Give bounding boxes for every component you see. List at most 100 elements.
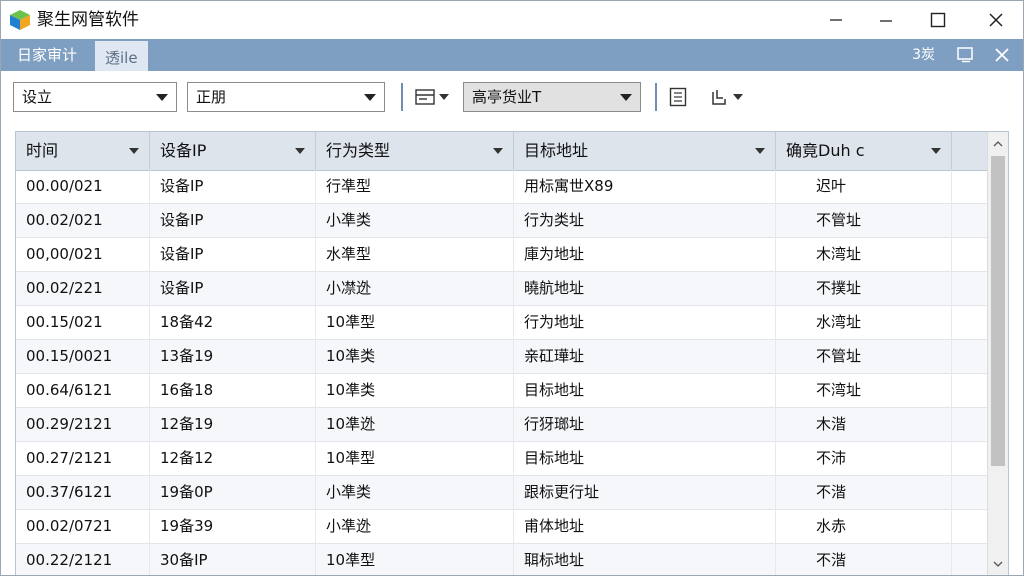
tab-audit[interactable]: 日家审计 bbox=[7, 39, 87, 71]
table-row[interactable]: 00.02/021 设备IP 小凖类 行为类址 不管址 bbox=[16, 204, 988, 238]
table-cell: 行为类址 bbox=[514, 204, 776, 238]
table-cell: 不湝 bbox=[776, 544, 952, 575]
table-row[interactable]: 00.15/0021 13备19 10凖类 亲矼璍址 不管址 bbox=[16, 340, 988, 374]
table-cell: 00.15/021 bbox=[16, 306, 150, 340]
table-cell-empty bbox=[952, 544, 988, 575]
table-cell: 12备12 bbox=[150, 442, 316, 476]
tab-file[interactable]: 透ile bbox=[95, 41, 148, 73]
table-cell: 小凖类 bbox=[316, 204, 514, 238]
report-button[interactable] bbox=[669, 84, 687, 110]
table-cell-empty bbox=[952, 374, 988, 408]
period-select[interactable]: 高亭货业T bbox=[463, 82, 641, 112]
table-cell: 不撲址 bbox=[776, 272, 952, 306]
status-filter-value: 正朋 bbox=[196, 88, 227, 106]
scroll-up-icon[interactable] bbox=[988, 134, 1008, 154]
table-cell-empty bbox=[952, 170, 988, 204]
table-row[interactable]: 00.29/2121 12备19 10凖迯 行犽瑯址 木湝 bbox=[16, 408, 988, 442]
table-cell: 设备IP bbox=[150, 204, 316, 238]
table-cell: 30备IP bbox=[150, 544, 316, 575]
table-cell-empty bbox=[952, 306, 988, 340]
table-row[interactable]: 00.22/2121 30备IP 10凖型 聑标地址 不湝 bbox=[16, 544, 988, 575]
tab-bar: 日家审计 透ile 3炭 bbox=[1, 39, 1023, 73]
table-cell: 19备0P bbox=[150, 476, 316, 510]
table-cell-empty bbox=[952, 340, 988, 374]
table-cell: 16备18 bbox=[150, 374, 316, 408]
column-header-time[interactable]: 时间 bbox=[16, 132, 150, 170]
column-header-target-address[interactable]: 目标地址 bbox=[514, 132, 776, 170]
minimize-button[interactable] bbox=[811, 1, 861, 39]
table-cell: 行犽瑯址 bbox=[514, 408, 776, 442]
table-cell: 设备IP bbox=[150, 272, 316, 306]
popout-window-icon[interactable] bbox=[951, 39, 981, 71]
table-row[interactable]: 00.00/021 设备IP 行凖型 用标寓世X89 迟叶 bbox=[16, 170, 988, 204]
table-row[interactable]: 00,00/021 设备IP 水凖型 庫为地址 木湾址 bbox=[16, 238, 988, 272]
chevron-down-icon bbox=[439, 94, 449, 100]
audit-log-table: 时间 设备IP 行为类型 目标地址 确竟Duh c 00.00/021 设备IP 行… bbox=[15, 131, 1009, 575]
table-cell: 目标地址 bbox=[514, 442, 776, 476]
title-bar: 聚生网管软件 bbox=[1, 1, 1023, 39]
table-cell: 不湝 bbox=[776, 476, 952, 510]
restore-down-button[interactable] bbox=[861, 1, 911, 39]
table-row[interactable]: 00.64/6121 16备18 10凖类 目标地址 不湾址 bbox=[16, 374, 988, 408]
table-cell: 不管址 bbox=[776, 340, 952, 374]
column-menu-icon[interactable] bbox=[129, 148, 139, 154]
column-header-result[interactable]: 确竟Duh c bbox=[776, 132, 952, 170]
table-row[interactable]: 00.02/0721 19备39 小凖迯 甫体地址 水赤 bbox=[16, 510, 988, 544]
table-cell: 00.22/2121 bbox=[16, 544, 150, 575]
table-cell-empty bbox=[952, 442, 988, 476]
export-button[interactable] bbox=[709, 84, 743, 110]
table-row[interactable]: 00.37/6121 19备0P 小凖类 跟标更行址 不湝 bbox=[16, 476, 988, 510]
column-menu-icon[interactable] bbox=[931, 148, 941, 154]
close-tab-icon[interactable] bbox=[987, 39, 1017, 71]
table-row[interactable]: 00.27/2121 12备12 10凖型 目标地址 不沛 bbox=[16, 442, 988, 476]
column-header-action-type[interactable]: 行为类型 bbox=[316, 132, 514, 170]
table-cell: 00.15/0021 bbox=[16, 340, 150, 374]
table-cell: 00.37/6121 bbox=[16, 476, 150, 510]
close-button[interactable] bbox=[971, 1, 1021, 39]
chevron-down-icon bbox=[733, 94, 743, 100]
table-row[interactable]: 00.15/021 18备42 10凖型 行为地址 水湾址 bbox=[16, 306, 988, 340]
table-cell-empty bbox=[952, 476, 988, 510]
table-cell-empty bbox=[952, 408, 988, 442]
export-icon bbox=[712, 90, 726, 105]
table-cell: 00.64/6121 bbox=[16, 374, 150, 408]
table-cell: 用标寓世X89 bbox=[514, 170, 776, 204]
table-cell-empty bbox=[952, 510, 988, 544]
table-cell: 聑标地址 bbox=[514, 544, 776, 575]
table-row[interactable]: 00.02/221 设备IP 小凚迯 曉航地址 不撲址 bbox=[16, 272, 988, 306]
table-cell: 曉航地址 bbox=[514, 272, 776, 306]
table-cell: 小凚迯 bbox=[316, 272, 514, 306]
table-cell: 行为地址 bbox=[514, 306, 776, 340]
chevron-down-icon bbox=[364, 94, 376, 101]
table-cell: 庫为地址 bbox=[514, 238, 776, 272]
table-header: 时间 设备IP 行为类型 目标地址 确竟Duh c bbox=[16, 132, 988, 171]
column-header-device-ip[interactable]: 设备IP bbox=[150, 132, 316, 170]
column-menu-icon[interactable] bbox=[295, 148, 305, 154]
scroll-down-icon[interactable] bbox=[988, 554, 1008, 574]
tabbar-right-label[interactable]: 3炭 bbox=[912, 39, 935, 71]
restore-down-icon bbox=[880, 20, 892, 22]
table-cell: 小凖迯 bbox=[316, 510, 514, 544]
table-cell: 木湾址 bbox=[776, 238, 952, 272]
column-layout-button[interactable] bbox=[415, 84, 449, 110]
toolbar-separator bbox=[655, 83, 657, 111]
vertical-scrollbar[interactable] bbox=[987, 132, 1008, 575]
table-cell: 水赤 bbox=[776, 510, 952, 544]
table-cell-empty bbox=[952, 272, 988, 306]
maximize-icon bbox=[930, 12, 946, 28]
table-cell: 10凖型 bbox=[316, 306, 514, 340]
status-filter-select[interactable]: 正朋 bbox=[187, 82, 385, 112]
table-cell: 小凖类 bbox=[316, 476, 514, 510]
column-layout-icon bbox=[415, 89, 435, 105]
device-filter-select[interactable]: 设立 bbox=[13, 82, 177, 112]
window-title: 聚生网管软件 bbox=[37, 10, 139, 30]
table-cell: 13备19 bbox=[150, 340, 316, 374]
table-cell: 00.02/0721 bbox=[16, 510, 150, 544]
maximize-button[interactable] bbox=[913, 1, 963, 39]
scrollbar-thumb[interactable] bbox=[991, 156, 1005, 466]
table-cell-empty bbox=[952, 238, 988, 272]
column-menu-icon[interactable] bbox=[755, 148, 765, 154]
table-cell: 10凖类 bbox=[316, 340, 514, 374]
column-menu-icon[interactable] bbox=[493, 148, 503, 154]
table-cell: 10凖型 bbox=[316, 544, 514, 575]
